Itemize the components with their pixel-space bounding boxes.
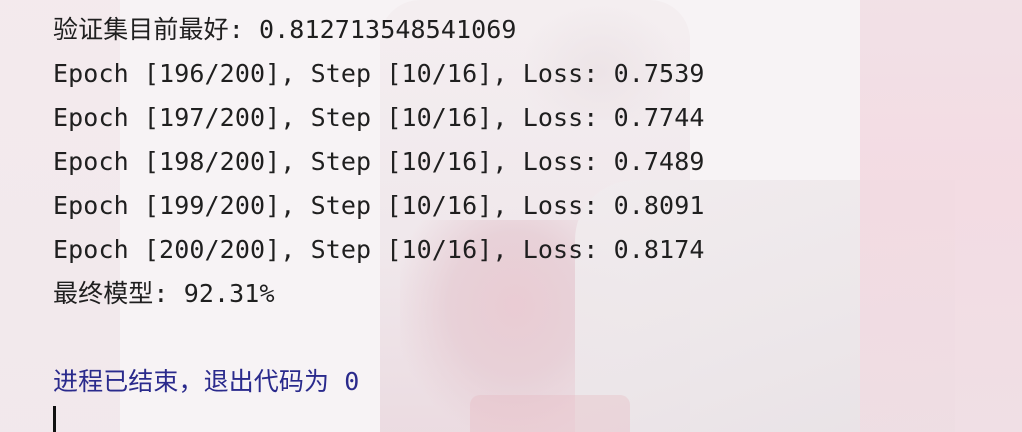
console-line-epoch-198: Epoch [198/200], Step [10/16], Loss: 0.7… xyxy=(53,147,705,176)
console-line-epoch-200: Epoch [200/200], Step [10/16], Loss: 0.8… xyxy=(53,235,705,264)
console-line-epoch-197: Epoch [197/200], Step [10/16], Loss: 0.7… xyxy=(53,103,705,132)
console-line-epoch-199: Epoch [199/200], Step [10/16], Loss: 0.8… xyxy=(53,191,705,220)
run-console-output[interactable]: 验证集目前最好: 0.812713548541069 Epoch [196/20… xyxy=(53,12,1003,408)
text-cursor xyxy=(53,406,56,432)
console-line-epoch-196: Epoch [196/200], Step [10/16], Loss: 0.7… xyxy=(53,59,705,88)
console-line-final-model: 最终模型: 92.31% xyxy=(53,279,275,308)
process-exit-message: 进程已结束，退出代码为 0 xyxy=(53,367,360,396)
console-line-best-validation: 验证集目前最好: 0.812713548541069 xyxy=(53,15,517,44)
